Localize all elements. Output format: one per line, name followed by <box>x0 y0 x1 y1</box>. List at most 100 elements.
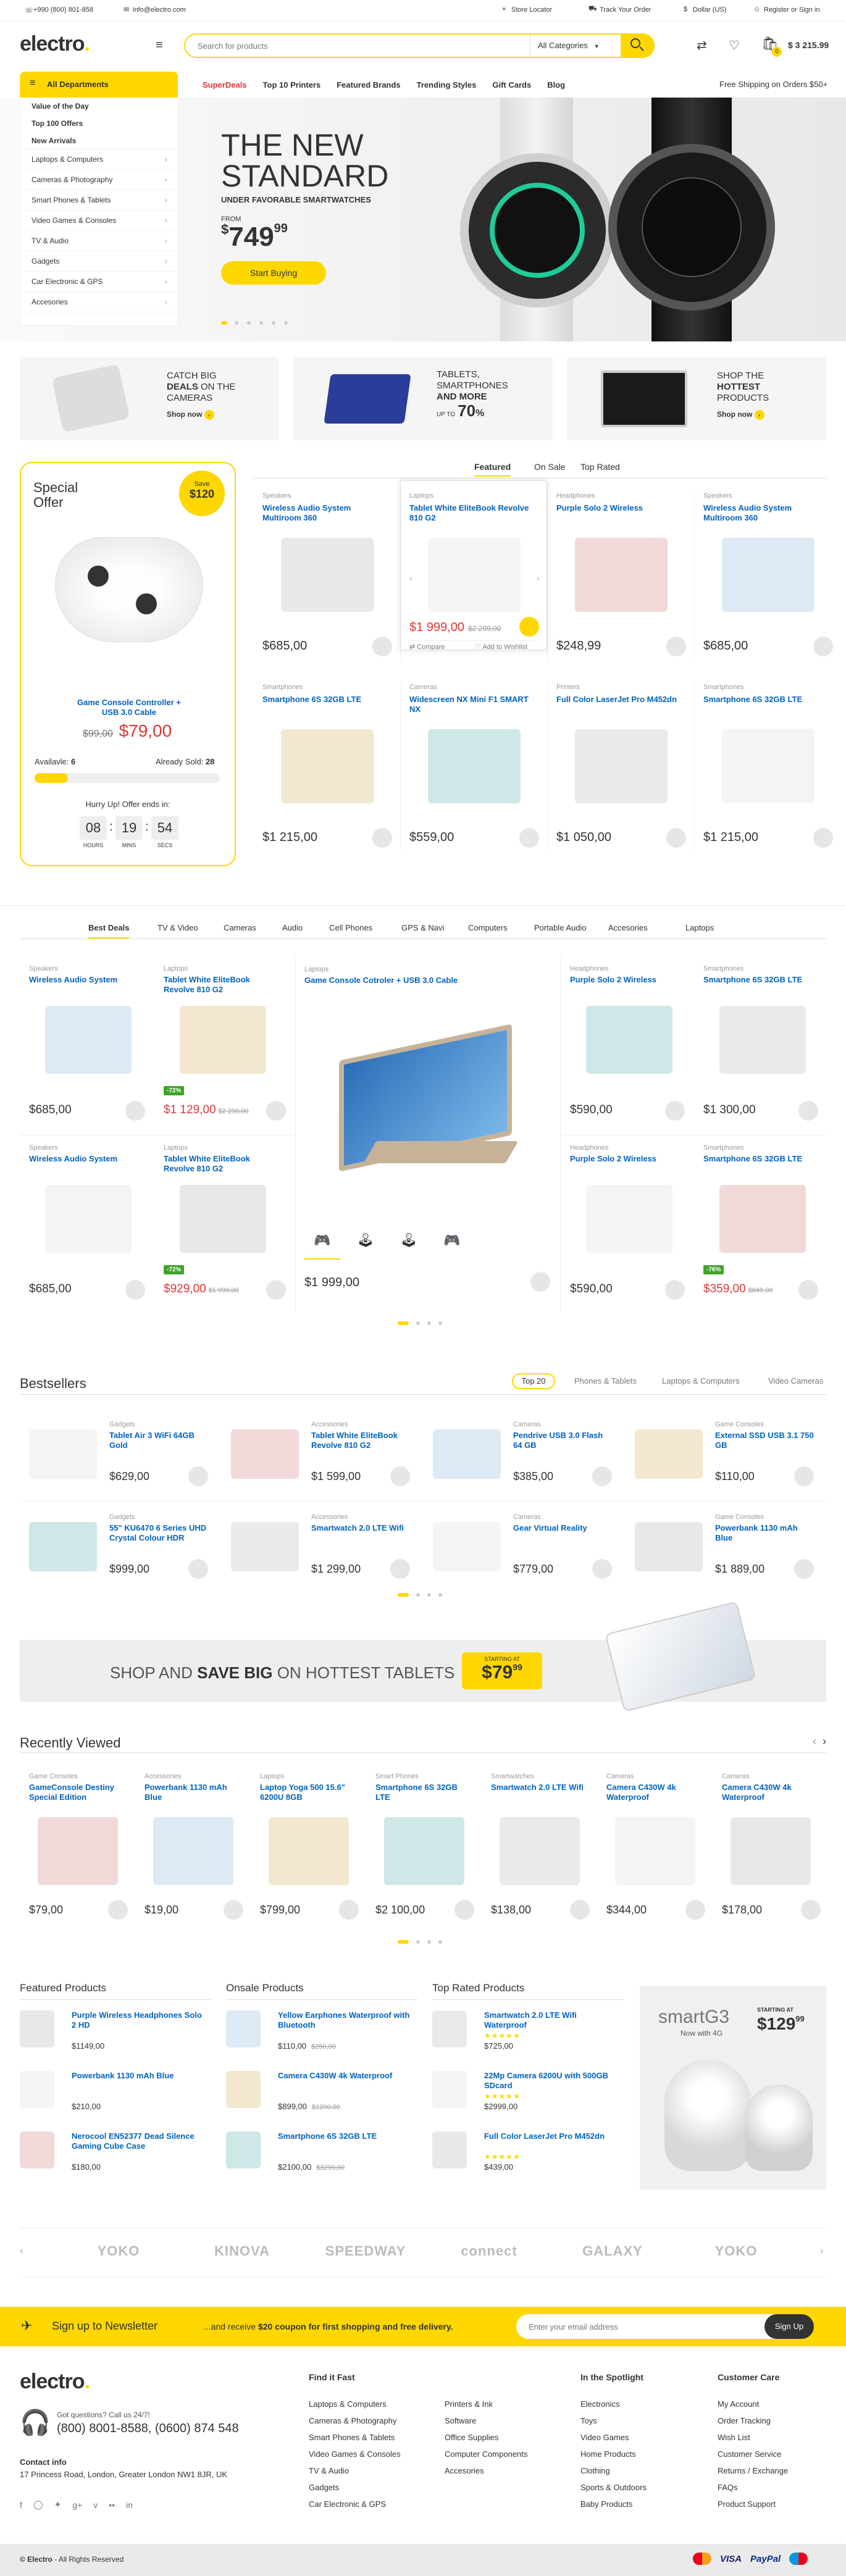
hero-dot[interactable] <box>247 321 251 325</box>
product-name[interactable]: Smartphone 6S 32GB LTE <box>262 695 386 705</box>
bestseller-card[interactable]: Cameras Pendrive USB 3.0 Flash 64 GB $385,… <box>424 1408 626 1500</box>
bestseller-card[interactable]: Accessories Tablet White EliteBook Revolv… <box>222 1408 424 1500</box>
recent-card[interactable]: Smartwatches Smartwatch 2.0 LTE Wifi $138,… <box>482 1765 597 1925</box>
linkedin-icon[interactable]: in <box>126 2500 133 2510</box>
bestseller-card[interactable]: Cameras Gear Virtual Reality $779,00 <box>424 1500 626 1593</box>
bestseller-card[interactable]: Accessories Smartwatch 2.0 LTE Wifi $1 299… <box>222 1500 424 1593</box>
footer-link[interactable]: Video Games & Consoles <box>309 2449 401 2459</box>
footer-link[interactable]: Toys <box>580 2416 597 2425</box>
add-to-cart-button[interactable] <box>224 1900 243 1920</box>
list-item-name[interactable]: Yellow Earphones Waterproof with Bluetoo… <box>278 2010 414 2030</box>
thumbnail-controller-side[interactable]: 🕹 <box>348 1232 383 1260</box>
add-to-cart-button[interactable] <box>592 1559 612 1579</box>
dot[interactable] <box>427 1593 431 1597</box>
list-item-name[interactable]: Camera C430W 4k Waterproof <box>278 2071 414 2081</box>
footer-link[interactable]: Cameras & Photography <box>309 2416 396 2425</box>
add-to-cart-button[interactable] <box>454 1900 474 1920</box>
footer-link[interactable]: Sports & Outdoors <box>580 2483 647 2492</box>
footer-link[interactable]: Office Supplies <box>445 2433 498 2442</box>
product-name[interactable]: Smartphone 6S 32GB LTE <box>375 1783 474 1802</box>
hero-dot[interactable] <box>272 321 275 325</box>
shop-now-link[interactable]: Shop now <box>717 410 752 419</box>
chevron-left-icon[interactable]: ‹ <box>20 2246 23 2257</box>
deal-tab[interactable]: TV & Video <box>157 923 198 932</box>
tab-top-rated[interactable]: Top Rated <box>580 462 620 472</box>
product-name[interactable]: Widescreen NX Mini F1 SMART NX <box>409 695 533 714</box>
product-name[interactable]: Wireless Audio System <box>29 975 140 985</box>
sidebar-bold-item[interactable]: New Arrivals <box>20 132 177 149</box>
deal-big-card[interactable]: Laptops Game Console Cotroler + USB 3.0 … <box>295 956 561 1311</box>
tab-laptops-computers[interactable]: Laptops & Computers <box>662 1376 740 1386</box>
footer-link[interactable]: FAQs <box>718 2483 738 2492</box>
dot-active[interactable] <box>398 1593 409 1597</box>
product-name[interactable]: External SSD USB 3.1 750 GB <box>715 1431 814 1450</box>
deal-tab[interactable]: Cameras <box>224 923 256 932</box>
deal-card[interactable]: Smartphones Smartphone 6S 32GB LTE $1 300,… <box>694 956 827 1135</box>
deal-big-name[interactable]: Game Console Cotroler + USB 3.0 Cable <box>304 976 539 985</box>
product-name[interactable]: Camera C430W 4k Waterproof <box>722 1783 821 1802</box>
brand-logo[interactable]: KINOVA <box>193 2243 291 2259</box>
add-to-cart-button[interactable] <box>801 1900 821 1920</box>
footer-link[interactable]: Wish List <box>718 2433 750 2442</box>
dot[interactable] <box>427 1321 431 1325</box>
product-name[interactable]: Purple Solo 2 Wireless <box>570 975 681 985</box>
sidebar-category-item[interactable]: Accesories › <box>20 292 177 312</box>
product-name[interactable]: Smartwatch 2.0 LTE Wifi <box>491 1783 590 1792</box>
deal-card[interactable]: Laptops Tablet White EliteBook Revolve 81… <box>154 956 295 1135</box>
hero-dot[interactable] <box>284 321 288 325</box>
product-card[interactable]: Cameras Widescreen NX Mini F1 SMART NX $55… <box>400 672 547 863</box>
whatsapp-icon[interactable]: ◯ <box>33 2499 43 2510</box>
wishlist-link[interactable]: ♡ Add to Wishlist <box>475 643 527 651</box>
add-to-cart-button[interactable] <box>570 1900 590 1920</box>
product-card[interactable]: Headphones Purple Solo 2 Wireless $248,99 <box>547 480 694 672</box>
search-input[interactable] <box>198 40 469 52</box>
list-item-name[interactable]: Smartphone 6S 32GB LTE <box>278 2131 414 2141</box>
product-name[interactable]: Powerbank 1130 mAh Blue <box>715 1523 814 1543</box>
sidebar-category-item[interactable]: Gadgets › <box>20 251 177 272</box>
product-name[interactable]: GameConsole Destiny Special Edition <box>29 1783 128 1802</box>
sidebar-category-item[interactable]: Video Games & Consoles › <box>20 211 177 231</box>
add-to-cart-button[interactable] <box>794 1559 814 1579</box>
brand-logo[interactable]: connect <box>440 2243 538 2259</box>
tablet-banner[interactable]: SHOP AND SAVE BIG ON HOTTEST TABLETS STA… <box>20 1601 826 1712</box>
product-name[interactable]: Tablet White EliteBook Revolve 810 G2 <box>164 1154 275 1174</box>
dot[interactable] <box>416 1321 420 1325</box>
top-email[interactable]: info@electro.com <box>133 6 186 14</box>
footer-link[interactable]: Baby Products <box>580 2499 633 2509</box>
sidebar-bold-item[interactable]: Top 100 Offers <box>20 115 177 132</box>
dot[interactable] <box>438 1940 442 1944</box>
deal-tab[interactable]: GPS & Navi <box>401 923 444 932</box>
deal-tab[interactable]: Computers <box>468 923 508 932</box>
product-card[interactable]: Speakers Wireless Audio System Multiroom … <box>253 480 400 672</box>
chevron-left-icon[interactable]: ‹ <box>813 1735 816 1748</box>
footer-link[interactable]: Video Games <box>580 2433 629 2442</box>
add-to-cart-button[interactable] <box>266 1280 286 1300</box>
deal-card[interactable]: Headphones Purple Solo 2 Wireless $590,00 <box>561 1135 694 1314</box>
add-to-cart-button[interactable] <box>188 1559 208 1579</box>
footer-link[interactable]: Customer Service <box>718 2449 781 2459</box>
add-to-cart-button[interactable] <box>665 1101 685 1121</box>
deal-card[interactable]: Headphones Purple Solo 2 Wireless $590,00 <box>561 956 694 1135</box>
add-to-cart-button[interactable] <box>108 1900 128 1920</box>
dot[interactable] <box>416 1593 420 1597</box>
account-link[interactable]: Register or Sign in <box>764 6 820 14</box>
product-name[interactable]: Smartphone 6S 32GB LTE <box>703 975 815 985</box>
nav-trending-styles[interactable]: Trending Styles <box>417 80 477 90</box>
add-to-cart-button[interactable] <box>390 1559 410 1579</box>
promo-tablets[interactable]: TABLETS, SMARTPHONES AND MORE UP TO 70% <box>293 357 553 440</box>
list-item-name[interactable]: Purple Wireless Headphones Solo 2 HD <box>72 2010 207 2030</box>
footer-logo[interactable]: electro. <box>20 2370 90 2394</box>
footer-link[interactable]: Printers & Ink <box>445 2399 493 2409</box>
newsletter-email-input[interactable] <box>529 2320 714 2333</box>
deal-tab[interactable]: Cell Phones <box>329 923 372 932</box>
search-button[interactable] <box>621 33 655 58</box>
facebook-icon[interactable]: f <box>20 2500 22 2510</box>
heart-icon[interactable]: ♡ <box>729 38 740 53</box>
footer-link[interactable]: Laptops & Computers <box>309 2399 387 2409</box>
search-category-select[interactable]: All Categories ▼ <box>530 35 622 57</box>
recent-card[interactable]: Smart Phones Smartphone 6S 32GB LTE $2 100… <box>366 1765 482 1925</box>
bestseller-card[interactable]: Gadgets 55" KU6470 6 Series UHD Crystal C… <box>20 1500 222 1593</box>
chevron-right-icon[interactable]: › <box>537 574 539 583</box>
deal-card[interactable]: Speakers Wireless Audio System $685,00 <box>20 956 154 1135</box>
footer-link[interactable]: Product Support <box>718 2499 776 2509</box>
